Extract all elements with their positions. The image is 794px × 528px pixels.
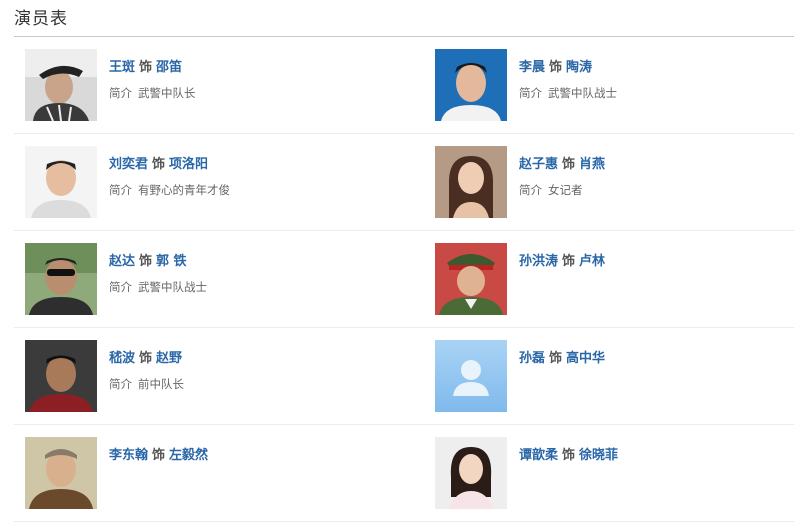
as-label: 饰 <box>152 157 166 172</box>
as-label: 饰 <box>152 448 166 463</box>
actor-photo[interactable] <box>435 146 507 218</box>
cast-grid: 王斑饰邵笛 简介 武警中队长 李晨 饰 陶涛 简介 武警中队战士 刘奕君 饰 项… <box>14 37 794 522</box>
cast-item: 嵇波饰赵野 简介 前中队长 <box>14 328 404 424</box>
role-description: 武警中队战士 <box>138 280 207 294</box>
cast-list-page: 演员表 王斑饰邵笛 简介 武警中队长 李晨 饰 陶涛 简介 武警中队战士 刘奕君… <box>0 0 794 528</box>
intro-label: 简介 <box>109 377 132 391</box>
actor-photo[interactable] <box>435 49 507 121</box>
role-name-link[interactable]: 左毅然 <box>169 448 208 463</box>
as-label: 饰 <box>139 254 153 269</box>
actor-photo[interactable] <box>25 49 97 121</box>
as-label: 饰 <box>549 351 563 366</box>
intro-label: 简介 <box>519 86 542 100</box>
actor-name-link[interactable]: 李晨 <box>519 60 545 75</box>
role-description: 女记者 <box>548 183 583 197</box>
cast-item: 谭歆柔饰徐晓菲 <box>424 425 794 521</box>
role-name-link[interactable]: 郭 铁 <box>156 254 187 269</box>
actor-photo[interactable] <box>435 437 507 509</box>
cast-name-line: 孙磊饰高中华 <box>519 347 605 366</box>
role-intro: 简介 武警中队战士 <box>519 85 617 101</box>
role-name-link[interactable]: 肖燕 <box>579 157 605 172</box>
cast-item: 赵达饰郭 铁 简介 武警中队战士 <box>14 231 404 327</box>
role-name-link[interactable]: 项洛阳 <box>169 157 208 172</box>
cast-name-line: 孙洪涛饰卢林 <box>519 250 605 269</box>
cast-row: 嵇波饰赵野 简介 前中队长 孙磊 饰 高中华 <box>14 328 794 425</box>
as-label: 饰 <box>562 254 576 269</box>
actor-photo[interactable] <box>435 243 507 315</box>
section-title: 演员表 <box>14 9 68 29</box>
cast-name-line: 谭歆柔饰徐晓菲 <box>519 444 618 463</box>
actor-name-link[interactable]: 赵达 <box>109 254 135 269</box>
role-name-link[interactable]: 赵野 <box>156 351 182 366</box>
actor-name-link[interactable]: 李东翰 <box>109 448 148 463</box>
role-description: 武警中队战士 <box>548 86 617 100</box>
role-name-link[interactable]: 陶涛 <box>566 60 592 75</box>
actor-name-link[interactable]: 孙洪涛 <box>519 254 558 269</box>
cast-item: 李东翰饰左毅然 <box>14 425 404 521</box>
actor-photo[interactable] <box>25 146 97 218</box>
as-label: 饰 <box>549 60 563 75</box>
actor-photo[interactable] <box>25 437 97 509</box>
cast-name-line: 王斑饰邵笛 <box>109 56 196 75</box>
cast-row: 刘奕君饰项洛阳 简介 有野心的青年才俊 赵子惠 饰 肖燕 简介 女记者 <box>14 134 794 231</box>
cast-name-line: 李东翰饰左毅然 <box>109 444 208 463</box>
cast-item: 孙磊饰高中华 <box>424 328 794 424</box>
intro-label: 简介 <box>109 280 132 294</box>
actor-name-link[interactable]: 赵子惠 <box>519 157 558 172</box>
cast-row: 王斑饰邵笛 简介 武警中队长 李晨 饰 陶涛 简介 武警中队战士 <box>14 37 794 134</box>
actor-name-link[interactable]: 刘奕君 <box>109 157 148 172</box>
role-description: 武警中队长 <box>138 86 196 100</box>
role-name-link[interactable]: 卢林 <box>579 254 605 269</box>
actor-photo[interactable] <box>25 243 97 315</box>
cast-item: 孙洪涛饰卢林 <box>424 231 794 327</box>
cast-name-line: 赵达饰郭 铁 <box>109 250 207 269</box>
cast-item: 赵子惠饰肖燕 简介 女记者 <box>424 134 794 230</box>
role-intro: 简介 有野心的青年才俊 <box>109 182 230 198</box>
placeholder-avatar-icon[interactable] <box>435 340 507 412</box>
cast-name-line: 赵子惠饰肖燕 <box>519 153 605 172</box>
role-intro: 简介 女记者 <box>519 182 605 198</box>
cast-name-line: 李晨饰陶涛 <box>519 56 617 75</box>
intro-label: 简介 <box>519 183 542 197</box>
cast-row: 赵达饰郭 铁 简介 武警中队战士 孙洪涛 饰 卢林 <box>14 231 794 328</box>
cast-name-line: 刘奕君饰项洛阳 <box>109 153 230 172</box>
actor-name-link[interactable]: 王斑 <box>109 60 135 75</box>
role-intro: 简介 前中队长 <box>109 376 184 392</box>
role-name-link[interactable]: 高中华 <box>566 351 605 366</box>
cast-item: 刘奕君饰项洛阳 简介 有野心的青年才俊 <box>14 134 404 230</box>
role-intro: 简介 武警中队长 <box>109 85 196 101</box>
cast-item: 王斑饰邵笛 简介 武警中队长 <box>14 37 404 133</box>
role-name-link[interactable]: 徐晓菲 <box>579 448 618 463</box>
role-intro: 简介 武警中队战士 <box>109 279 207 295</box>
actor-name-link[interactable]: 嵇波 <box>109 351 135 366</box>
intro-label: 简介 <box>109 183 132 197</box>
cast-item: 李晨饰陶涛 简介 武警中队战士 <box>424 37 794 133</box>
actor-photo[interactable] <box>25 340 97 412</box>
role-description: 前中队长 <box>138 377 184 391</box>
role-description: 有野心的青年才俊 <box>138 183 230 197</box>
cast-row: 李东翰饰左毅然 谭歆柔饰徐晓菲 <box>14 425 794 522</box>
actor-name-link[interactable]: 谭歆柔 <box>519 448 558 463</box>
as-label: 饰 <box>562 448 576 463</box>
as-label: 饰 <box>139 351 153 366</box>
actor-name-link[interactable]: 孙磊 <box>519 351 545 366</box>
as-label: 饰 <box>562 157 576 172</box>
intro-label: 简介 <box>109 86 132 100</box>
role-name-link[interactable]: 邵笛 <box>156 60 182 75</box>
as-label: 饰 <box>139 60 153 75</box>
cast-name-line: 嵇波饰赵野 <box>109 347 184 366</box>
